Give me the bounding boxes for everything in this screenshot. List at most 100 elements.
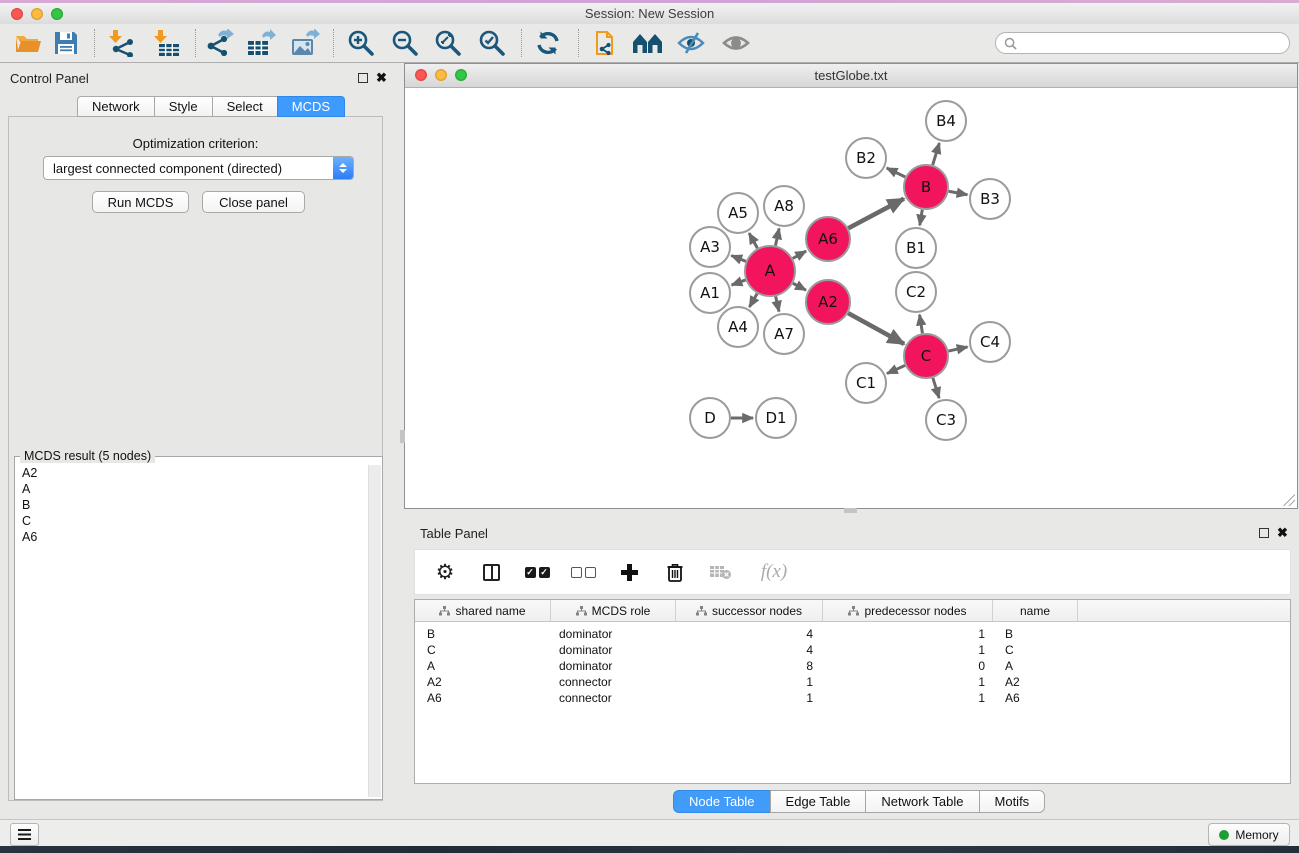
memory-button[interactable]: Memory (1208, 823, 1290, 846)
graph-node-label-B4: B4 (936, 112, 956, 130)
deselect-all-button[interactable] (571, 560, 595, 584)
hide-details-button[interactable] (674, 28, 708, 58)
result-item[interactable]: A (17, 481, 368, 497)
graph-edge-C-C3[interactable] (933, 378, 939, 398)
tab-network-table[interactable]: Network Table (865, 790, 978, 813)
table-settings-button[interactable]: ⚙ (433, 560, 457, 584)
close-window-button[interactable] (11, 8, 23, 20)
task-history-button[interactable] (10, 823, 39, 846)
search-icon (1004, 37, 1017, 50)
graph-edge-A-A6[interactable] (793, 251, 806, 258)
home-button[interactable] (631, 28, 665, 58)
column-header-name[interactable]: name (993, 600, 1078, 621)
show-details-button[interactable] (719, 28, 753, 58)
zoom-selected-button[interactable] (475, 28, 509, 58)
graph-edge-A-A4[interactable] (749, 294, 757, 307)
import-network-button[interactable] (105, 28, 139, 58)
close-panel-button[interactable]: Close panel (202, 191, 305, 213)
graph-edge-C-C2[interactable] (920, 315, 923, 334)
optimization-criterion-select[interactable]: largest connected component (directed) (43, 156, 354, 180)
zoom-network-window-button[interactable] (455, 69, 467, 81)
graph-edge-A-A2[interactable] (793, 283, 806, 290)
select-all-button[interactable]: ✓✓ (525, 560, 549, 584)
delete-column-button[interactable] (663, 560, 687, 584)
open-session-button[interactable] (11, 28, 45, 58)
tab-select[interactable]: Select (212, 96, 277, 117)
export-table-button[interactable] (244, 28, 278, 58)
result-scrollbar[interactable] (368, 465, 381, 797)
zoom-in-button[interactable] (344, 28, 378, 58)
table-row[interactable]: Bdominator 41 B (415, 626, 1290, 642)
close-network-window-button[interactable] (415, 69, 427, 81)
graph-node-label-B: B (921, 178, 931, 196)
mcds-result-list[interactable]: A2 A B C A6 (17, 465, 368, 797)
column-header-predecessor-nodes[interactable]: predecessor nodes (823, 600, 993, 621)
import-table-icon (153, 29, 181, 57)
refresh-view-button[interactable] (531, 28, 565, 58)
graph-edge-B-B1[interactable] (920, 210, 923, 226)
zoom-fit-button[interactable] (431, 28, 465, 58)
column-header-shared-name[interactable]: shared name (415, 600, 551, 621)
tab-network[interactable]: Network (77, 96, 154, 117)
graph-node-label-B2: B2 (856, 149, 876, 167)
clone-network-button[interactable] (590, 28, 624, 58)
network-graph[interactable]: B4B2BB3A5A8A6A3B1AA1C2A2A4A7C4CC1C3DD1 (405, 88, 1297, 508)
tab-mcds[interactable]: MCDS (277, 96, 345, 117)
graph-edge-A-A3[interactable] (731, 256, 746, 262)
delete-table-button[interactable] (709, 560, 733, 584)
show-column-button[interactable] (479, 560, 503, 584)
graph-edge-C-C4[interactable] (948, 347, 967, 351)
network-window-titlebar[interactable]: testGlobe.txt (405, 64, 1297, 88)
tab-node-table[interactable]: Node Table (673, 790, 770, 813)
export-network-button[interactable] (202, 28, 236, 58)
graph-edge-B-B3[interactable] (949, 191, 968, 195)
window-resize-grip[interactable] (1283, 494, 1295, 506)
search-input[interactable] (1022, 35, 1289, 51)
column-header-successor-nodes[interactable]: successor nodes (676, 600, 823, 621)
control-panel-header: Control Panel ✖ (0, 62, 391, 90)
graph-edge-A-A8[interactable] (775, 228, 779, 245)
add-column-button[interactable] (617, 560, 641, 584)
graph-edge-C-C1[interactable] (887, 365, 905, 373)
graph-node-label-A8: A8 (774, 197, 794, 215)
tab-motifs[interactable]: Motifs (979, 790, 1046, 813)
result-item[interactable]: B (17, 497, 368, 513)
search-field[interactable] (995, 32, 1290, 54)
result-item[interactable]: A6 (17, 529, 368, 545)
float-panel-icon[interactable] (358, 73, 368, 83)
graph-edge-A6-B[interactable] (848, 199, 904, 229)
graph-edge-A2-C[interactable] (848, 313, 904, 344)
minimize-window-button[interactable] (31, 8, 43, 20)
graph-edge-A-A1[interactable] (732, 280, 746, 285)
table-row[interactable]: A6connector 11 A6 (415, 690, 1290, 706)
import-table-button[interactable] (150, 28, 184, 58)
graph-edge-A-A5[interactable] (749, 233, 757, 248)
network-canvas[interactable]: B4B2BB3A5A8A6A3B1AA1C2A2A4A7C4CC1C3DD1 (405, 88, 1297, 508)
export-image-button[interactable] (288, 28, 322, 58)
result-item[interactable]: A2 (17, 465, 368, 481)
save-session-button[interactable] (49, 28, 83, 58)
canvas-horizontal-scroll-nub[interactable] (844, 508, 857, 513)
table-row[interactable]: A2connector 11 A2 (415, 674, 1290, 690)
column-header-mcds-role[interactable]: MCDS role (551, 600, 676, 621)
canvas-vertical-scroll-nub[interactable] (400, 430, 405, 443)
attribute-icon (439, 606, 450, 616)
float-table-panel-icon[interactable] (1259, 528, 1269, 538)
zoom-window-button[interactable] (51, 8, 63, 20)
tab-style[interactable]: Style (154, 96, 212, 117)
table-row[interactable]: Adominator 80 A (415, 658, 1290, 674)
minimize-network-window-button[interactable] (435, 69, 447, 81)
graph-edge-B-B4[interactable] (933, 143, 940, 165)
gear-icon: ⚙ (436, 561, 455, 583)
run-mcds-button[interactable]: Run MCDS (92, 191, 189, 213)
graph-edge-B-B2[interactable] (887, 168, 906, 177)
graph-edge-A-A7[interactable] (776, 296, 779, 311)
zoom-out-button[interactable] (388, 28, 422, 58)
result-item[interactable]: C (17, 513, 368, 529)
close-table-panel-icon[interactable]: ✖ (1277, 528, 1288, 538)
function-builder-button[interactable]: f(x) (755, 560, 793, 584)
tab-edge-table[interactable]: Edge Table (770, 790, 866, 813)
unchecked-boxes-icon (571, 567, 596, 578)
table-row[interactable]: Cdominator 41 C (415, 642, 1290, 658)
close-panel-icon[interactable]: ✖ (376, 73, 387, 83)
